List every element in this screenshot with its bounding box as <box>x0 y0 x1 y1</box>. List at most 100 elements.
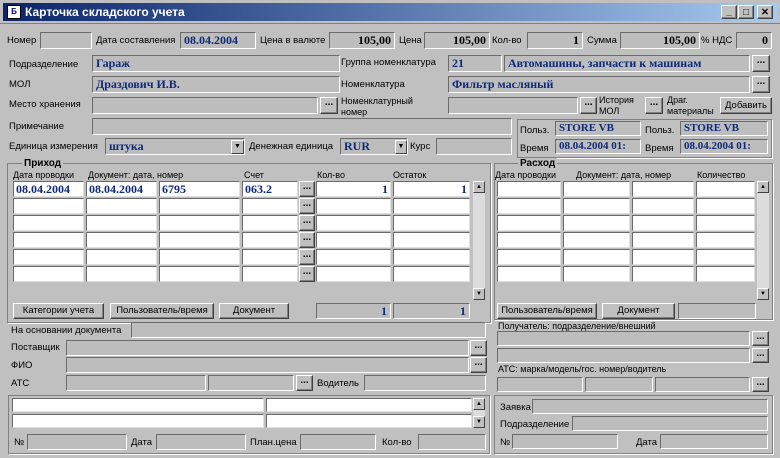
rashod-cell[interactable] <box>632 215 694 231</box>
prihod-cell[interactable] <box>393 249 470 265</box>
bottom-left-cell[interactable] <box>12 398 264 412</box>
rashod-cell[interactable] <box>696 266 755 282</box>
unit-dropdown-icon[interactable]: ▼ <box>231 140 244 154</box>
prihod-cell[interactable]: 08.04.2004 <box>13 181 84 197</box>
rashod-cell[interactable] <box>632 198 694 214</box>
fio-field[interactable] <box>66 357 469 373</box>
rashod-cell[interactable] <box>497 215 561 231</box>
rashod-document-button[interactable]: Документ <box>602 303 675 319</box>
date-field[interactable]: 08.04.2004 <box>180 32 256 49</box>
recipient-field-1[interactable] <box>497 331 750 346</box>
prihod-cell[interactable] <box>316 198 391 214</box>
rashod-cell[interactable] <box>563 198 630 214</box>
prihod-cell[interactable] <box>159 249 240 265</box>
prihod-cell[interactable] <box>316 266 391 282</box>
scroll-up-icon[interactable]: ▲ <box>473 181 485 193</box>
rashod-cell[interactable] <box>696 249 755 265</box>
rashod-cell[interactable] <box>563 181 630 197</box>
prihod-cell[interactable] <box>159 266 240 282</box>
prihod-cell[interactable] <box>159 198 240 214</box>
br-dept-field[interactable] <box>572 416 768 431</box>
request-field[interactable] <box>532 399 768 414</box>
nomnum-field[interactable] <box>448 97 578 114</box>
ats-field-2[interactable] <box>208 375 294 391</box>
rashod-cell[interactable] <box>497 249 561 265</box>
rashod-cell[interactable] <box>632 266 694 282</box>
prihod-cell[interactable]: 1 <box>393 181 470 197</box>
group-code-field[interactable]: 21 <box>448 55 502 72</box>
prihod-cell[interactable] <box>13 215 84 231</box>
rashod-ats-field-2[interactable] <box>585 377 653 392</box>
prihod-cell[interactable]: 6795 <box>159 181 240 197</box>
rashod-ats-select-button[interactable]: ... <box>752 377 769 392</box>
dept-field[interactable]: Гараж <box>92 55 340 72</box>
rashod-cell[interactable] <box>563 215 630 231</box>
rashod-cell[interactable] <box>696 181 755 197</box>
prihod-user-time-button[interactable]: Пользователь/время <box>110 303 214 319</box>
supplier-select-button[interactable]: ... <box>470 340 487 356</box>
prihod-cell[interactable] <box>86 198 157 214</box>
place-select-button[interactable]: ... <box>320 97 338 114</box>
rashod-cell[interactable] <box>497 181 561 197</box>
rashod-cell[interactable] <box>632 181 694 197</box>
recipient-select-button-1[interactable]: ... <box>752 331 769 346</box>
mol-field[interactable]: Драздович И.В. <box>92 76 340 93</box>
rashod-ats-field-3[interactable] <box>655 377 750 392</box>
bl-date-field[interactable] <box>156 434 246 450</box>
rashod-cell[interactable] <box>632 249 694 265</box>
place-field[interactable] <box>92 97 318 114</box>
prihod-cell[interactable] <box>13 249 84 265</box>
account-select-button[interactable]: ... <box>299 266 315 282</box>
minimize-button[interactable]: _ <box>721 5 737 19</box>
rashod-cell[interactable] <box>632 232 694 248</box>
bottom-left-scrollbar[interactable]: ▲ ▼ <box>473 398 485 428</box>
recipient-field-2[interactable] <box>497 348 750 363</box>
prihod-cell[interactable] <box>86 215 157 231</box>
account-select-button[interactable]: ... <box>299 215 315 231</box>
supplier-field[interactable] <box>66 340 469 356</box>
scroll-up-icon[interactable]: ▲ <box>757 181 769 193</box>
scroll-down-icon[interactable]: ▼ <box>473 416 485 428</box>
scroll-down-icon[interactable]: ▼ <box>473 288 485 300</box>
prihod-cell[interactable] <box>159 232 240 248</box>
prihod-scrollbar[interactable]: ▲ ▼ <box>473 181 485 300</box>
account-select-button[interactable]: ... <box>299 249 315 265</box>
prihod-cell[interactable] <box>13 266 84 282</box>
bottom-left-cell[interactable] <box>12 414 264 428</box>
ats-select-button[interactable]: ... <box>296 375 313 391</box>
prihod-cell[interactable] <box>242 249 298 265</box>
group-field[interactable]: Автомашины, запчасти к машинам <box>504 55 750 72</box>
prihod-cell[interactable] <box>242 198 298 214</box>
categories-button[interactable]: Категории учета <box>13 303 104 319</box>
prihod-cell[interactable] <box>13 232 84 248</box>
rashod-scrollbar[interactable]: ▲ ▼ <box>757 181 769 300</box>
prihod-cell[interactable]: 1 <box>316 181 391 197</box>
driver-field[interactable] <box>364 375 486 391</box>
note-field[interactable] <box>92 118 512 135</box>
rashod-cell[interactable] <box>563 266 630 282</box>
rashod-cell[interactable] <box>563 249 630 265</box>
prihod-cell[interactable] <box>86 232 157 248</box>
basis-field[interactable] <box>131 322 486 338</box>
rashod-cell[interactable] <box>563 232 630 248</box>
prihod-cell[interactable]: 08.04.2004 <box>86 181 157 197</box>
history-button[interactable]: ... <box>645 97 663 114</box>
rashod-cell[interactable] <box>497 266 561 282</box>
account-select-button[interactable]: ... <box>299 181 315 197</box>
vat-field[interactable]: 0 <box>736 32 772 49</box>
prihod-cell[interactable] <box>393 232 470 248</box>
account-select-button[interactable]: ... <box>299 232 315 248</box>
scroll-down-icon[interactable]: ▼ <box>757 288 769 300</box>
rashod-cell[interactable] <box>497 232 561 248</box>
rate-field[interactable] <box>436 138 512 155</box>
rashod-cell[interactable] <box>696 215 755 231</box>
prihod-cell[interactable] <box>242 215 298 231</box>
nom-field[interactable]: Фильтр масляный <box>448 76 750 93</box>
sum-field[interactable]: 105,00 <box>620 32 700 49</box>
prihod-cell[interactable] <box>393 266 470 282</box>
recipient-select-button-2[interactable]: ... <box>752 348 769 363</box>
bl-no-field[interactable] <box>27 434 127 450</box>
nomer-field[interactable] <box>40 32 92 49</box>
account-select-button[interactable]: ... <box>299 198 315 214</box>
add-button[interactable]: Добавить <box>720 97 772 114</box>
